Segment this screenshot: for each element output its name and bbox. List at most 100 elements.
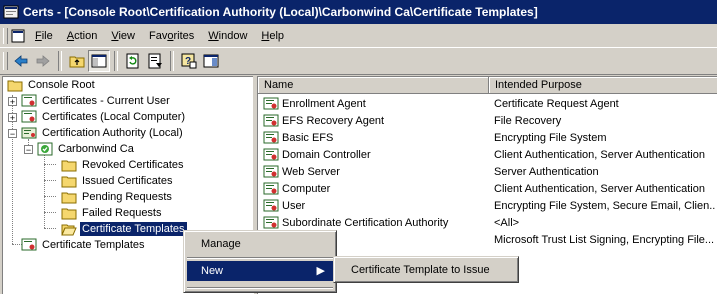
toolbar-separator xyxy=(58,51,62,71)
open-folder-icon xyxy=(61,224,77,236)
up-one-level-button[interactable] xyxy=(66,50,88,72)
list-row[interactable]: Web Server Server Authentication xyxy=(258,163,717,180)
title-bar[interactable]: Certs - [Console Root\Certification Auth… xyxy=(0,0,717,24)
template-purpose: Microsoft Trust List Signing, Encrypting… xyxy=(494,233,715,246)
template-purpose: Encrypting File System, Secure Email, Cl… xyxy=(494,199,716,212)
certificate-template-icon xyxy=(263,97,279,109)
menu-window[interactable]: Window xyxy=(201,27,254,45)
properties-pane-button[interactable] xyxy=(200,50,222,72)
up-folder-icon xyxy=(69,56,85,68)
certificate-template-icon xyxy=(263,216,279,228)
menu-favorites[interactable]: Favorites xyxy=(142,27,201,45)
column-header-intended-purpose[interactable]: Intended Purpose xyxy=(489,77,717,94)
tree-item-certificate-templates-snapin[interactable]: Certificate Templates xyxy=(21,237,147,253)
tree-item-label: Issued Certificates xyxy=(82,175,173,187)
context-menu-separator xyxy=(187,257,333,259)
tree-line xyxy=(44,164,56,165)
back-button[interactable] xyxy=(10,50,32,72)
certificate-template-icon xyxy=(263,148,279,160)
mmc-app-icon[interactable] xyxy=(3,4,19,20)
export-list-button[interactable] xyxy=(144,50,166,72)
tree-item-console-root[interactable]: Console Root xyxy=(7,77,97,93)
context-menu: Manage New ▶ xyxy=(183,230,337,293)
menu-action[interactable]: Action xyxy=(60,27,105,45)
menu-view[interactable]: View xyxy=(104,27,142,45)
list-row[interactable]: Domain Controller Client Authentication,… xyxy=(258,146,717,163)
toolbar-grip xyxy=(3,52,8,70)
tree-item-label: Certificates - Current User xyxy=(42,95,170,107)
folder-icon xyxy=(61,192,77,204)
folder-icon xyxy=(61,208,77,220)
list-row[interactable]: Enrollment Agent Certificate Request Age… xyxy=(258,95,717,112)
list-row[interactable]: Computer Client Authentication, Server A… xyxy=(258,180,717,197)
menu-doc-icon[interactable] xyxy=(10,28,26,44)
expand-toggle[interactable]: + xyxy=(8,113,17,123)
collapse-toggle[interactable]: − xyxy=(8,129,17,139)
column-header-name[interactable]: Name xyxy=(258,77,489,94)
tree-item-label: Failed Requests xyxy=(82,207,162,219)
tree-item-issued-certificates[interactable]: Issued Certificates xyxy=(61,173,174,189)
submenu-certificate-template-to-issue[interactable]: Certificate Template to Issue xyxy=(337,260,515,280)
help-button[interactable]: ? xyxy=(178,50,200,72)
tree-item-carbonwind-ca[interactable]: Carbonwind Ca xyxy=(37,141,136,157)
tree-item-label: Certificate Templates xyxy=(42,239,145,251)
tree-item-revoked-certificates[interactable]: Revoked Certificates xyxy=(61,157,186,173)
properties-pane-icon xyxy=(203,54,219,68)
tree-item-label: Console Root xyxy=(28,79,95,91)
show-hide-tree-button[interactable] xyxy=(88,50,110,72)
tree-line xyxy=(12,139,13,244)
template-purpose: File Recovery xyxy=(494,114,562,127)
submenu-arrow-icon: ▶ xyxy=(316,265,325,277)
menu-file[interactable]: File xyxy=(28,27,60,45)
toolbar: ? xyxy=(0,47,717,75)
context-menu-new[interactable]: New ▶ xyxy=(187,261,333,281)
template-name: User xyxy=(282,199,306,212)
back-icon xyxy=(14,55,28,67)
template-name: Computer xyxy=(282,182,331,195)
template-purpose: Server Authentication xyxy=(494,165,599,178)
context-menu-manage[interactable]: Manage xyxy=(187,234,333,254)
expand-toggle[interactable]: + xyxy=(8,97,17,107)
tree-item-certification-authority[interactable]: Certification Authority (Local) xyxy=(21,125,185,141)
list-row[interactable]: Basic EFS Encrypting File System xyxy=(258,129,717,146)
folder-icon xyxy=(61,176,77,188)
certificate-templates-icon xyxy=(21,238,37,251)
collapse-toggle[interactable]: − xyxy=(24,145,33,155)
tree-line xyxy=(44,155,45,228)
tree-item-label: Certificate Templates xyxy=(79,221,188,237)
tree-line xyxy=(44,180,56,181)
tree-item-certificates-local-computer[interactable]: Certificates (Local Computer) xyxy=(21,109,187,125)
tree-item-label: Carbonwind Ca xyxy=(58,143,134,155)
forward-button[interactable] xyxy=(32,50,54,72)
menu-grip xyxy=(3,28,8,44)
list-row[interactable]: EFS Recovery Agent File Recovery xyxy=(258,112,717,129)
template-name: Domain Controller xyxy=(282,148,371,161)
template-name: Basic EFS xyxy=(282,131,334,144)
show-hide-tree-icon xyxy=(91,54,107,68)
menu-help[interactable]: Help xyxy=(254,27,291,45)
list-row[interactable]: Subordinate Certification Authority <All… xyxy=(258,214,717,231)
ca-server-check-icon xyxy=(37,142,53,156)
window-title: Certs - [Console Root\Certification Auth… xyxy=(23,5,538,19)
export-list-icon xyxy=(148,53,162,69)
template-name: Enrollment Agent xyxy=(282,97,366,110)
folder-icon xyxy=(7,80,23,92)
tree-line xyxy=(44,212,56,213)
refresh-button[interactable] xyxy=(122,50,144,72)
template-name: EFS Recovery Agent xyxy=(282,114,385,127)
tree-item-failed-requests[interactable]: Failed Requests xyxy=(61,205,164,221)
tree-item-pending-requests[interactable]: Pending Requests xyxy=(61,189,174,205)
tree-line xyxy=(44,228,56,229)
tree-item-label: Certification Authority (Local) xyxy=(42,127,183,139)
toolbar-separator xyxy=(170,51,174,71)
certificate-template-icon xyxy=(263,182,279,194)
context-menu-separator xyxy=(187,287,333,289)
template-name: Subordinate Certification Authority xyxy=(282,216,449,229)
menu-bar: File Action View Favorites Window Help xyxy=(0,26,717,46)
tree-item-certificate-templates-selected[interactable]: Certificate Templates xyxy=(61,221,188,237)
tree-item-certificates-current-user[interactable]: Certificates - Current User xyxy=(21,93,172,109)
template-purpose: Certificate Request Agent xyxy=(494,97,619,110)
certification-authority-icon xyxy=(21,127,37,139)
list-row[interactable]: User Encrypting File System, Secure Emai… xyxy=(258,197,717,214)
certificate-template-icon xyxy=(263,199,279,211)
